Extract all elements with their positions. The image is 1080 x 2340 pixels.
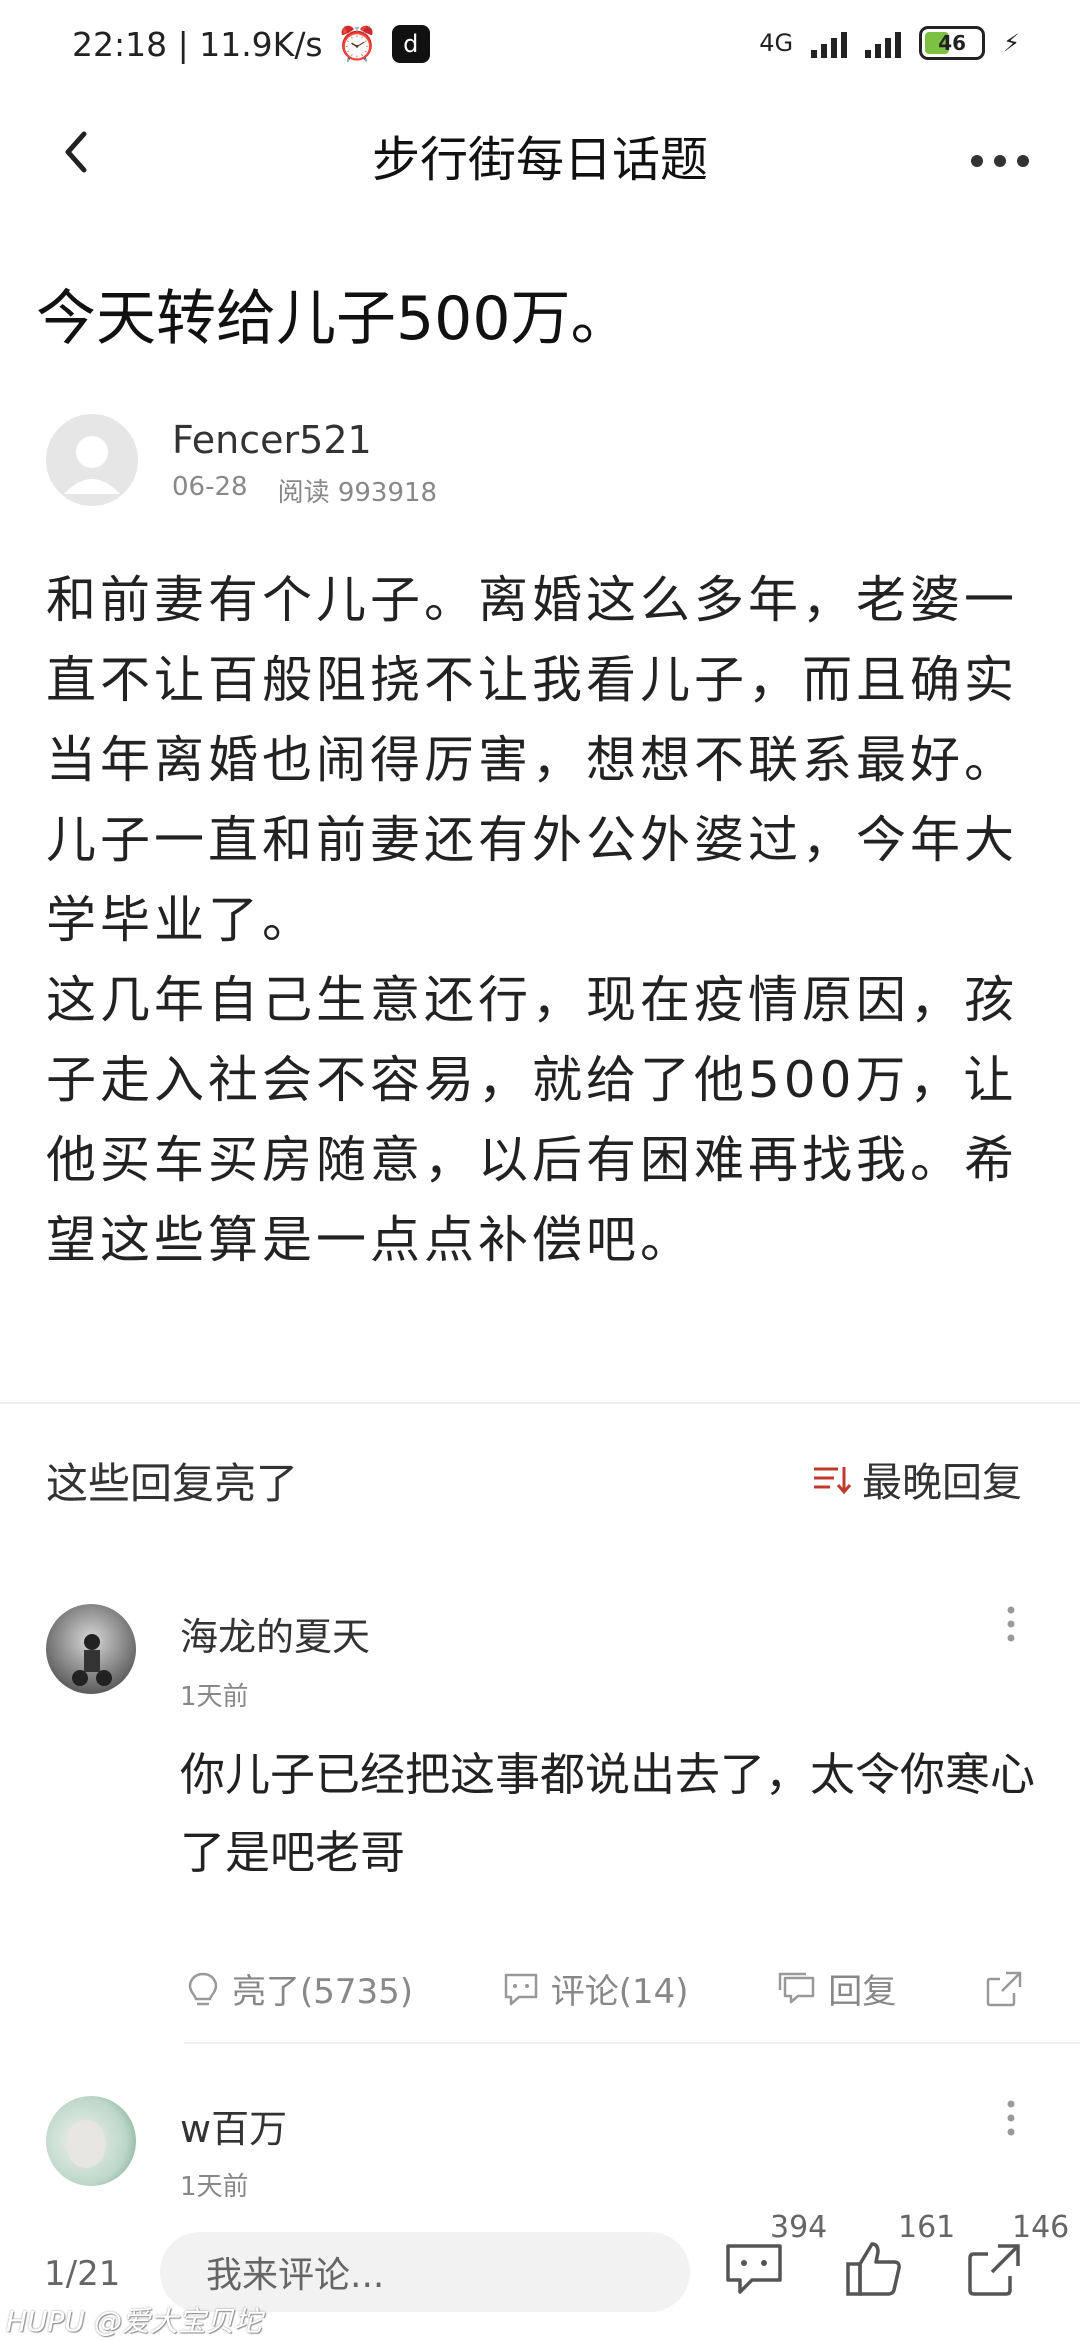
reply-comments-button[interactable]: 评论(14) xyxy=(501,1964,689,2013)
sort-icon xyxy=(814,1467,852,1495)
alarm-icon: ⏰ xyxy=(336,24,378,63)
user-photo-icon xyxy=(46,2096,136,2186)
author-name[interactable]: Fencer521 xyxy=(172,418,372,462)
signal-2-icon xyxy=(865,28,902,58)
comment-more-button[interactable] xyxy=(1006,2100,1016,2136)
signal-icon xyxy=(811,28,848,58)
reply-label: 回复 xyxy=(828,1972,897,2012)
comment-time: 1天前 xyxy=(180,2172,249,2202)
battery-icon: 46 xyxy=(919,26,986,60)
like-button[interactable] xyxy=(842,2238,906,2304)
sort-button[interactable]: 最晚回复 xyxy=(812,1450,1022,1508)
comment-more-button[interactable] xyxy=(1006,1606,1016,1642)
sort-label: 最晚回复 xyxy=(862,1460,1022,1506)
status-bar: 22:18 | 11.9K/s ⏰ d 4G 46 ⚡ xyxy=(0,0,1080,96)
section-title: 这些回复亮了 xyxy=(46,1459,299,1508)
share-icon xyxy=(968,2244,1020,2296)
network-label: 4G xyxy=(759,29,794,57)
post-date: 06-28 xyxy=(172,472,248,502)
likes-count: 161 xyxy=(898,2210,956,2245)
user-photo-icon xyxy=(46,1604,136,1694)
watermark: HUPU @爱大宝贝坨 xyxy=(6,2305,262,2338)
post-paragraph: 儿子一直和前妻还有外公外婆过，今年大学毕业了。 xyxy=(46,811,1018,949)
more-dots-icon xyxy=(971,155,1029,167)
vertical-dots-icon xyxy=(1007,1606,1015,1642)
post-content: 和前妻有个儿子。离婚这么多年，老婆一直不让百般阻挠不让我看儿子，而且确实当年离婚… xyxy=(46,560,1040,1280)
reply-button[interactable]: 回复 xyxy=(776,1964,896,2013)
divider xyxy=(184,2042,1080,2044)
comment-author[interactable]: 海龙的夏天 xyxy=(180,1606,370,1661)
comment-text: 你儿子已经把这事都说出去了，太令你寒心了是吧老哥 xyxy=(180,1748,1036,1879)
status-right: 4G 46 ⚡ xyxy=(759,26,1020,60)
post-reads: 阅读 993918 xyxy=(277,478,438,508)
share-button[interactable] xyxy=(964,2240,1024,2304)
default-avatar-icon xyxy=(64,436,120,494)
comments-button[interactable] xyxy=(722,2240,786,2302)
comment-bubble-icon xyxy=(726,2244,782,2294)
comment-actions: 亮了(5735) 评论(14) 回复 xyxy=(184,1964,1024,2013)
page-title: 步行街每日话题 xyxy=(371,132,708,188)
battery-level: 46 xyxy=(938,31,967,55)
page-indicator[interactable]: 1/21 xyxy=(44,2254,120,2294)
comment-avatar[interactable] xyxy=(46,2096,136,2186)
share-icon xyxy=(986,1971,1022,2006)
post-paragraph: 这几年自己生意还行，现在疫情原因，孩子走入社会不容易，就给了他500万，让他买车… xyxy=(46,971,1018,1269)
tiktok-icon: d xyxy=(391,25,430,63)
comment-bubble-icon xyxy=(504,1973,538,2005)
author-avatar[interactable] xyxy=(46,414,138,506)
comment-avatar[interactable] xyxy=(46,1604,136,1694)
light-button[interactable]: 亮了(5735) xyxy=(184,1964,413,2013)
thumbs-up-icon xyxy=(846,2242,901,2296)
reply-bubble-icon xyxy=(779,1972,815,2003)
post-meta: 06-28 阅读 993918 xyxy=(172,472,437,509)
comment-count: 评论(14) xyxy=(550,1972,689,2012)
share-comment-button[interactable] xyxy=(984,1969,1024,2009)
charging-icon: ⚡ xyxy=(1003,29,1020,57)
light-count: 亮了(5735) xyxy=(232,1972,414,2012)
lightbulb-icon xyxy=(188,1972,218,2005)
post-paragraph: 和前妻有个儿子。离婚这么多年，老婆一直不让百般阻挠不让我看儿子，而且确实当年离婚… xyxy=(46,571,1018,789)
post-title: 今天转给儿子500万。 xyxy=(36,284,631,354)
status-left: 22:18 | 11.9K/s ⏰ d xyxy=(72,24,430,64)
more-button[interactable] xyxy=(970,128,1030,179)
comment-author[interactable]: w百万 xyxy=(180,2098,287,2153)
status-time: 22:18 | 11.9K/s xyxy=(72,24,323,64)
vertical-dots-icon xyxy=(1007,2100,1015,2136)
comment-time: 1天前 xyxy=(180,1682,249,1712)
divider xyxy=(0,1402,1080,1404)
